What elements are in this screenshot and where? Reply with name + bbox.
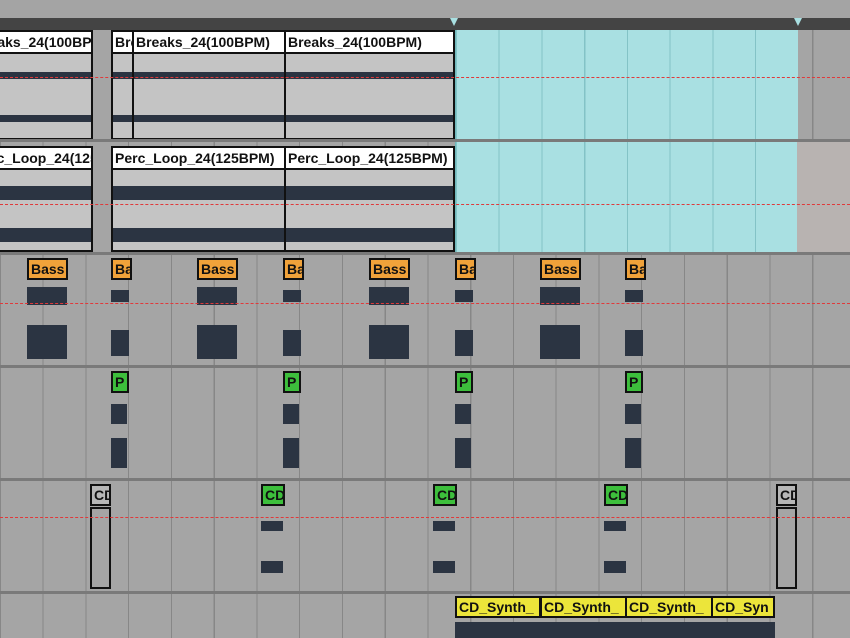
waveform bbox=[286, 72, 453, 122]
arrangement-view: Breaks_24(100BPM) Breaks_24(100BPM) Brea… bbox=[0, 0, 850, 638]
loop-end-marker[interactable] bbox=[794, 18, 802, 26]
loop-region[interactable] bbox=[455, 30, 798, 140]
audio-clip[interactable]: Breaks_24(100BPM) bbox=[284, 30, 455, 140]
loop-brace-bar[interactable] bbox=[0, 18, 850, 30]
waveform bbox=[0, 186, 91, 242]
bass-waveforms bbox=[27, 287, 643, 359]
loop-start-marker[interactable] bbox=[450, 18, 458, 26]
waveform bbox=[134, 72, 284, 122]
audio-clip[interactable]: Breaks_24(100BPM) bbox=[0, 30, 93, 140]
synth-waveform bbox=[455, 622, 775, 638]
top-bar bbox=[0, 0, 850, 18]
track-perc[interactable]: Perc_Loop_24(125BPM) Perc_Loop_24(125BPM… bbox=[0, 142, 850, 252]
track-synth[interactable]: CD_Synth_ CD_Synth_ CD_Synth_ CD_Syn bbox=[0, 594, 850, 638]
automation-line bbox=[0, 303, 850, 304]
track-breaks[interactable]: Breaks_24(100BPM) Breaks_24(100BPM) Brea… bbox=[0, 30, 850, 140]
loop-region[interactable] bbox=[455, 142, 798, 252]
cd-waveforms bbox=[261, 521, 626, 573]
track-cd[interactable]: CD CD CD CD CD bbox=[0, 481, 850, 591]
automation-line bbox=[0, 204, 850, 205]
audio-clip[interactable]: Breaks_24(100BPM) bbox=[132, 30, 286, 140]
audio-clip[interactable]: Breaks_24(100BPM) bbox=[111, 30, 134, 140]
automation-line bbox=[0, 77, 850, 78]
track-bass[interactable]: Bass Ba Bass Ba Bass Ba Bass Ba bbox=[0, 255, 850, 365]
audio-clip[interactable]: Perc_Loop_24(125BPM) bbox=[111, 146, 286, 252]
waveform bbox=[286, 186, 453, 242]
p-waveforms bbox=[111, 404, 641, 468]
waveform bbox=[113, 186, 284, 242]
audio-clip[interactable]: Perc_Loop_24(125BPM) bbox=[0, 146, 93, 252]
waveform bbox=[0, 72, 91, 122]
audio-clip[interactable]: Perc_Loop_24(125BPM) bbox=[284, 146, 455, 252]
automation-line bbox=[0, 517, 850, 518]
track-p[interactable]: P P P P bbox=[0, 368, 850, 478]
empty-region bbox=[797, 142, 850, 252]
